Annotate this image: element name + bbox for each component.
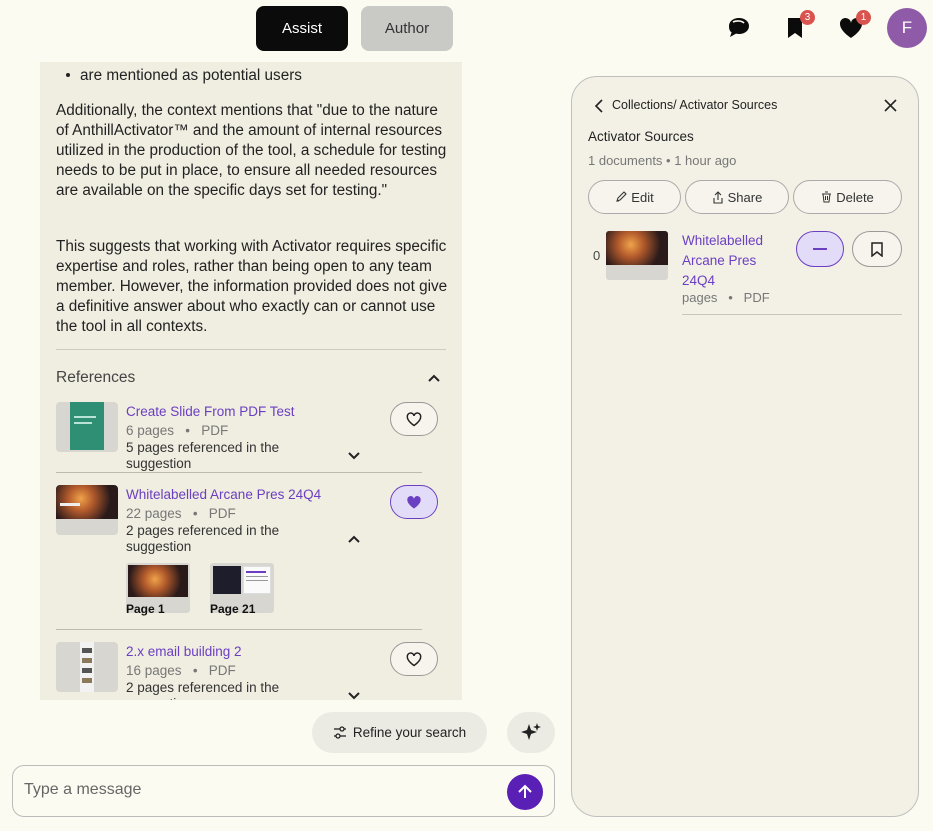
- reference-meta: 16 pages • PDF: [126, 663, 236, 678]
- breadcrumb[interactable]: Collections/ Activator Sources: [612, 98, 777, 112]
- collection-panel: Collections/ Activator Sources Activator…: [571, 76, 919, 817]
- bookmarks-icon[interactable]: 3: [779, 10, 815, 44]
- favorite-button[interactable]: [390, 485, 438, 519]
- edit-button[interactable]: Edit: [588, 180, 681, 214]
- chat-response-panel: are mentioned as potential users Additio…: [40, 62, 462, 700]
- document-separator: [682, 314, 902, 315]
- user-avatar[interactable]: F: [887, 8, 927, 48]
- delete-button[interactable]: Delete: [793, 180, 902, 214]
- document-index: 0: [593, 248, 601, 263]
- reference-meta: 22 pages • PDF: [126, 506, 236, 521]
- reference-description: 2 pages referenced in the suggestion: [126, 523, 280, 554]
- ai-sparkle-button[interactable]: [507, 712, 555, 753]
- collection-meta: 1 documents • 1 hour ago: [588, 153, 737, 168]
- back-chevron-icon[interactable]: [594, 99, 604, 113]
- heart-outline-icon: [406, 651, 422, 666]
- sliders-icon: [333, 726, 346, 739]
- page-label: Page 21: [210, 602, 256, 616]
- bookmark-button[interactable]: [852, 231, 902, 267]
- share-button[interactable]: Share: [685, 180, 789, 214]
- bookmarks-badge: 3: [800, 10, 815, 25]
- reference-title-link[interactable]: Create Slide From PDF Test: [126, 404, 295, 419]
- reference-item: Create Slide From PDF Test 6 pages • PDF…: [56, 402, 438, 474]
- reference-description: 5 pages referenced in the suggestion: [126, 440, 280, 471]
- document-title-link[interactable]: Whitelabelled Arcane Pres 24Q4: [682, 231, 777, 291]
- collection-title: Activator Sources: [588, 129, 694, 144]
- pencil-icon: [616, 191, 628, 202]
- heart-outline-icon: [406, 411, 422, 426]
- send-button[interactable]: [507, 774, 543, 810]
- refine-search-label: Refine your search: [352, 725, 467, 740]
- answer-paragraph-1: Additionally, the context mentions that …: [56, 102, 447, 199]
- favorites-heart-icon[interactable]: 1: [835, 10, 871, 44]
- trash-icon: [822, 191, 832, 203]
- author-mode-button[interactable]: Author: [361, 6, 453, 51]
- close-icon[interactable]: [884, 99, 897, 112]
- reference-title-link[interactable]: 2.x email building 2: [126, 644, 242, 659]
- reference-item: 2.x email building 2 16 pages • PDF 2 pa…: [56, 642, 438, 700]
- message-input[interactable]: [24, 781, 484, 799]
- arrow-up-icon: [518, 784, 532, 798]
- chevron-down-icon[interactable]: [346, 448, 362, 464]
- reference-title-link[interactable]: Whitelabelled Arcane Pres 24Q4: [126, 487, 321, 502]
- divider: [56, 349, 446, 350]
- chat-bubbles-icon[interactable]: [723, 12, 755, 44]
- document-thumbnail[interactable]: [56, 485, 118, 535]
- chevron-up-icon[interactable]: [346, 531, 362, 547]
- chevron-up-icon[interactable]: [426, 370, 442, 386]
- page-label: Page 1: [126, 602, 165, 616]
- bullet-dot: [66, 73, 70, 77]
- chevron-down-icon[interactable]: [346, 688, 362, 700]
- document-meta: pages • PDF: [682, 290, 770, 305]
- reference-description: 2 pages referenced in the suggestion: [126, 680, 280, 700]
- sparkle-icon: [521, 722, 541, 740]
- favorites-badge: 1: [856, 10, 871, 25]
- reference-separator: [56, 629, 422, 630]
- reference-meta: 6 pages • PDF: [126, 423, 229, 438]
- favorite-button[interactable]: [390, 642, 438, 676]
- document-thumbnail[interactable]: [56, 402, 118, 452]
- partial-list-item: are mentioned as potential users: [80, 67, 302, 84]
- assist-mode-button[interactable]: Assist: [256, 6, 348, 51]
- references-title: References: [56, 369, 136, 386]
- favorite-button[interactable]: [390, 402, 438, 436]
- document-thumbnail[interactable]: [606, 231, 668, 280]
- bookmark-icon: [871, 241, 883, 257]
- heart-filled-icon: [407, 495, 421, 508]
- document-thumbnail[interactable]: [56, 642, 118, 692]
- message-composer: [12, 765, 555, 817]
- answer-paragraph-2: This suggests that working with Activato…: [56, 238, 448, 335]
- reference-item: Whitelabelled Arcane Pres 24Q4 22 pages …: [56, 485, 438, 625]
- share-icon: [713, 190, 723, 204]
- remove-from-collection-button[interactable]: [796, 231, 844, 267]
- refine-search-button[interactable]: Refine your search: [312, 712, 487, 753]
- reference-separator: [56, 472, 422, 473]
- minus-icon: [813, 248, 827, 250]
